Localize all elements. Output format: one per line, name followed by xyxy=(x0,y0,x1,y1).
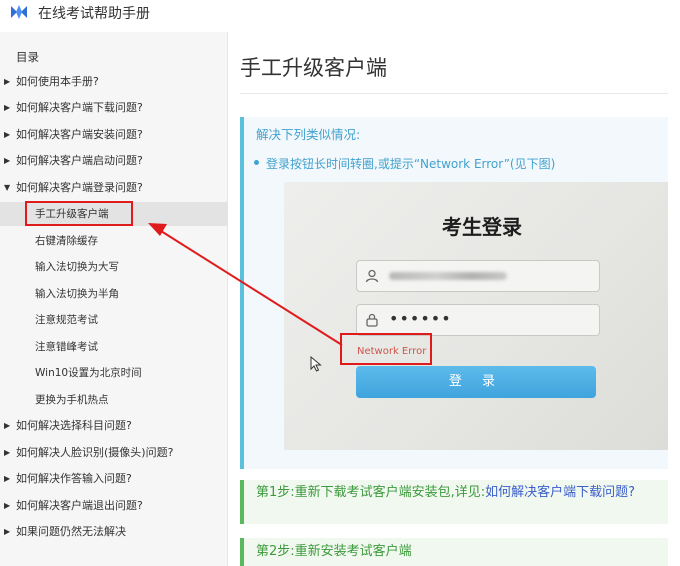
password-field: •••••• xyxy=(356,304,600,336)
app-title: 在线考试帮助手册 xyxy=(38,6,150,22)
sidebar-item-label: 如何解决客户端安装问题? xyxy=(16,128,143,141)
caret-down-icon: ▼ xyxy=(4,183,11,192)
caret-right-icon: ▶ xyxy=(4,103,11,112)
bullet-dot-icon xyxy=(254,160,259,165)
sidebar-subitem-caps-input[interactable]: 输入法切换为大写 xyxy=(0,255,228,279)
sidebar-subitem-label: 右键清除缓存 xyxy=(35,235,98,247)
annotation-box-sidebar xyxy=(25,201,133,226)
caret-right-icon: ▶ xyxy=(4,501,11,510)
sidebar-subitem-clear-cache[interactable]: 右键清除缓存 xyxy=(0,229,228,253)
sidebar-subitem-exam-rules[interactable]: 注意规范考试 xyxy=(0,308,228,332)
sidebar-subitem-off-peak[interactable]: 注意错峰考试 xyxy=(0,335,228,359)
title-divider xyxy=(240,93,668,94)
step1-prefix: 第1步:重新下载考试客户端安装包,详见: xyxy=(256,485,486,500)
sidebar-item-label: 如何解决客户端登录问题? xyxy=(16,181,143,194)
sidebar-item-label: 如何解决选择科目问题? xyxy=(16,419,132,432)
sidebar-subitem-label: 更换为手机热点 xyxy=(35,394,109,406)
login-title: 考生登录 xyxy=(442,215,522,239)
logo-icon xyxy=(11,5,27,19)
main-content: 手工升级客户端 解决下列类似情况: 登录按钮长时间转圈,或提示“Network … xyxy=(240,32,670,566)
callout-bullet: 登录按钮长时间转圈,或提示“Network Error”(见下图) xyxy=(254,155,556,172)
caret-right-icon: ▶ xyxy=(4,448,11,457)
sidebar-item-startup[interactable]: ▶ 如何解决客户端启动问题? xyxy=(0,149,228,173)
caret-right-icon: ▶ xyxy=(4,527,11,536)
sidebar-subitem-beijing-time[interactable]: Win10设置为北京时间 xyxy=(0,361,228,385)
sidebar-item-install[interactable]: ▶ 如何解决客户端安装问题? xyxy=(0,123,228,147)
step2-callout: 第2步:重新安装考试客户端 xyxy=(240,538,668,566)
login-screenshot: 考生登录 •••••• Network Error 登 录 xyxy=(284,182,668,450)
login-button-image: 登 录 xyxy=(356,366,596,398)
sidebar-item-label: 如何解决客户端退出问题? xyxy=(16,499,143,512)
sidebar-item-login[interactable]: ▼ 如何解决客户端登录问题? xyxy=(0,176,228,200)
callout-heading: 解决下列类似情况: xyxy=(256,127,361,142)
sidebar-item-label: 如何解决客户端启动问题? xyxy=(16,154,143,167)
sidebar-subitem-hotspot[interactable]: 更换为手机热点 xyxy=(0,388,228,412)
caret-right-icon: ▶ xyxy=(4,130,11,139)
sidebar-subitem-label: 注意错峰考试 xyxy=(35,341,98,353)
sidebar: 目录 ▶ 如何使用本手册? ▶ 如何解决客户端下载问题? ▶ 如何解决客户端安装… xyxy=(0,32,228,566)
caret-right-icon: ▶ xyxy=(4,77,11,86)
login-button-label: 登 录 xyxy=(448,374,504,389)
mouse-cursor-icon xyxy=(310,356,322,372)
sidebar-item-face-recognition[interactable]: ▶ 如何解决人脸识别(摄像头)问题? xyxy=(0,441,228,465)
step2-text: 第2步:重新安装考试客户端 xyxy=(256,544,412,559)
sidebar-subitem-label: 输入法切换为大写 xyxy=(35,261,119,273)
sidebar-item-still-unsolved[interactable]: ▶ 如果问题仍然无法解决 xyxy=(0,520,228,544)
caret-right-icon: ▶ xyxy=(4,156,11,165)
caret-right-icon: ▶ xyxy=(4,474,11,483)
sidebar-item-subject[interactable]: ▶ 如何解决选择科目问题? xyxy=(0,414,228,438)
sidebar-item-answer-input[interactable]: ▶ 如何解决作答输入问题? xyxy=(0,467,228,491)
password-mask: •••••• xyxy=(389,309,452,328)
info-callout: 解决下列类似情况: 登录按钮长时间转圈,或提示“Network Error”(见… xyxy=(240,117,668,469)
annotation-box-error xyxy=(340,333,432,365)
sidebar-subitem-label: 输入法切换为半角 xyxy=(35,288,119,300)
user-icon xyxy=(365,269,379,283)
sidebar-item-how-to-use[interactable]: ▶ 如何使用本手册? xyxy=(0,70,228,94)
sidebar-item-download[interactable]: ▶ 如何解决客户端下载问题? xyxy=(0,96,228,120)
callout-bullet-text: 登录按钮长时间转圈,或提示“Network Error”(见下图) xyxy=(266,157,556,171)
page-title: 手工升级客户端 xyxy=(240,56,387,80)
step1-text: 第1步:重新下载考试客户端安装包,详见:如何解决客户端下载问题? xyxy=(256,484,666,502)
sidebar-item-label: 如果问题仍然无法解决 xyxy=(16,525,126,538)
sidebar-item-label: 如何解决人脸识别(摄像头)问题? xyxy=(16,446,174,459)
sidebar-subitem-halfwidth-input[interactable]: 输入法切换为半角 xyxy=(0,282,228,306)
app-header: 在线考试帮助手册 xyxy=(0,0,680,26)
sidebar-item-label: 如何使用本手册? xyxy=(16,75,99,88)
sidebar-item-client-exit[interactable]: ▶ 如何解决客户端退出问题? xyxy=(0,494,228,518)
toc-title: 目录 xyxy=(16,50,39,64)
sidebar-subitem-label: 注意规范考试 xyxy=(35,314,98,326)
step1-callout: 第1步:重新下载考试客户端安装包,详见:如何解决客户端下载问题? xyxy=(240,480,668,524)
blurred-username xyxy=(389,272,507,280)
caret-right-icon: ▶ xyxy=(4,421,11,430)
download-issue-link[interactable]: 如何解决客户端下载问题? xyxy=(485,485,635,500)
sidebar-item-label: 如何解决客户端下载问题? xyxy=(16,101,143,114)
username-field xyxy=(356,260,600,292)
lock-icon xyxy=(366,313,378,327)
sidebar-item-label: 如何解决作答输入问题? xyxy=(16,472,132,485)
sidebar-subitem-label: Win10设置为北京时间 xyxy=(35,367,142,379)
